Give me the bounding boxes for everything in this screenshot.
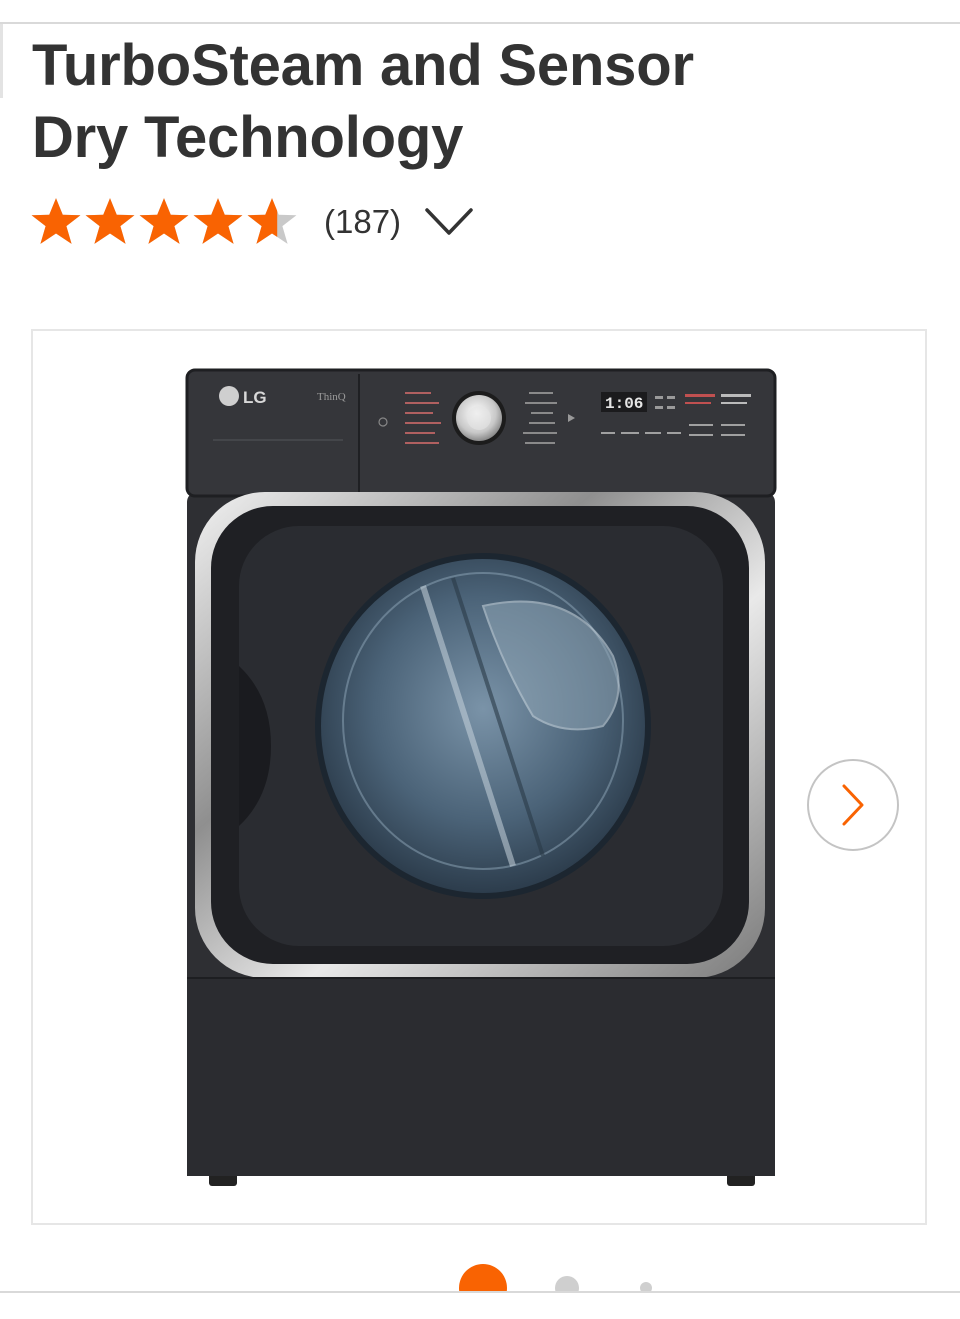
- star-icon: [193, 198, 243, 244]
- product-title-line-2: Dry Technology: [32, 105, 464, 170]
- product-image: LG ThinQ 1:06: [185, 368, 777, 1186]
- star-icon: [139, 198, 189, 244]
- rating-row[interactable]: (187): [30, 194, 477, 250]
- product-title-line-1: TurboSteam and Sensor: [32, 33, 694, 98]
- pagination-dot-active[interactable]: [459, 1264, 507, 1291]
- product-title: TurboSteam and Sensor Dry Technology: [32, 30, 892, 174]
- chevron-right-icon: [842, 784, 864, 826]
- brand-logo: LG: [243, 388, 267, 407]
- left-edge-shadow: [0, 24, 3, 98]
- gallery-pagination: [0, 1264, 960, 1291]
- expand-ratings-button[interactable]: [421, 202, 477, 242]
- next-image-button[interactable]: [807, 759, 899, 851]
- star-icon: [31, 198, 81, 244]
- bottom-divider: [0, 1291, 960, 1293]
- review-count[interactable]: (187): [324, 203, 401, 241]
- star-icon: [85, 198, 135, 244]
- thinq-label: ThinQ: [317, 391, 346, 403]
- display-time: 1:06: [605, 395, 643, 413]
- pagination-dot[interactable]: [640, 1282, 652, 1291]
- star-rating: [30, 196, 300, 248]
- chevron-down-icon: [425, 208, 473, 235]
- pagination-dot[interactable]: [555, 1276, 579, 1291]
- product-image-gallery[interactable]: LG ThinQ 1:06: [31, 329, 927, 1225]
- top-divider: [0, 22, 960, 24]
- star-icon: [247, 198, 297, 244]
